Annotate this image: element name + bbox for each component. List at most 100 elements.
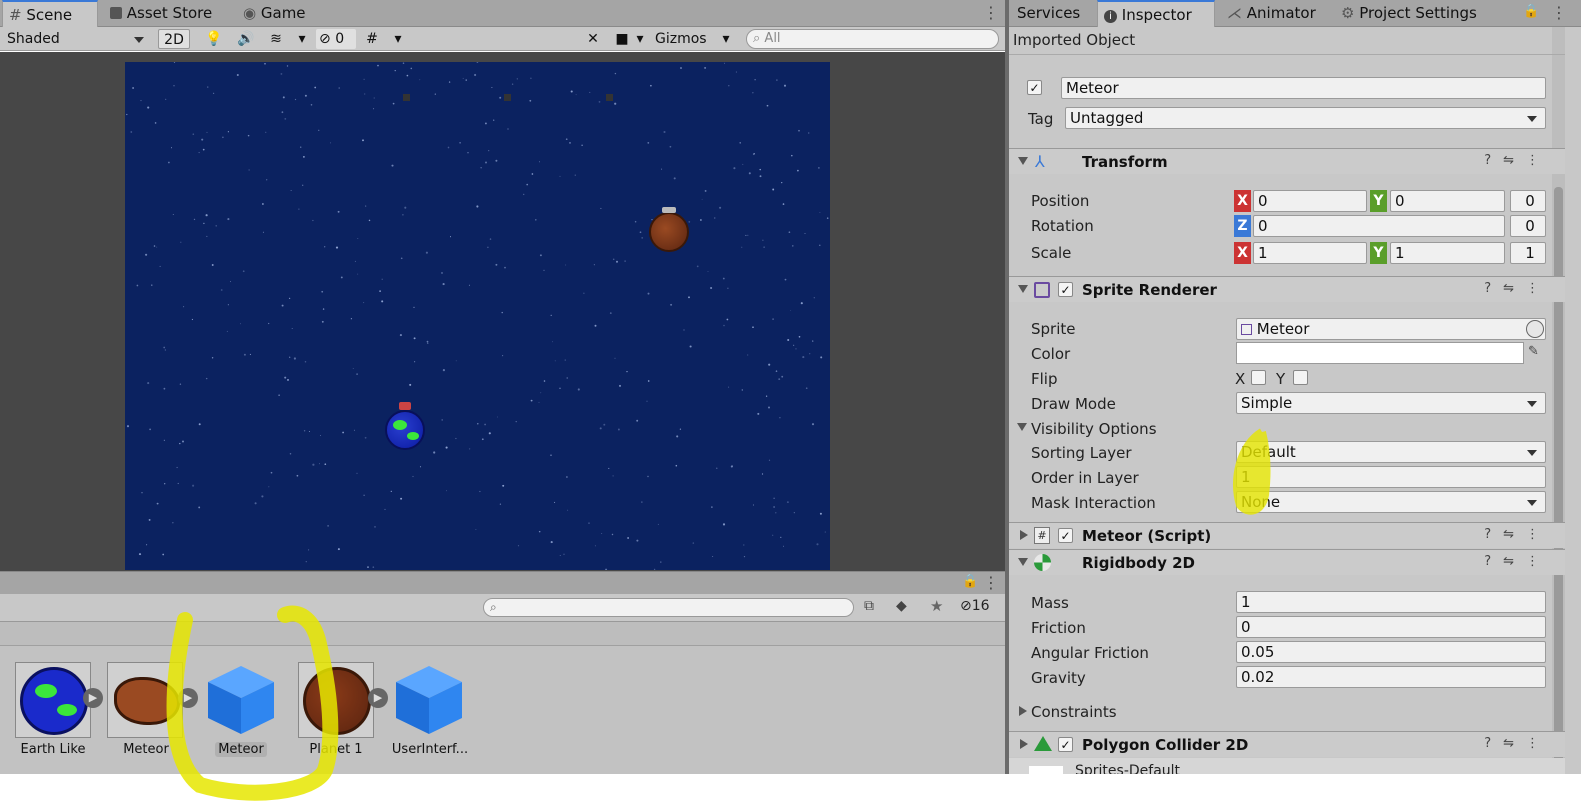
rigidbody-2d-header[interactable]: Rigidbody 2D ?⇋⋮ — [1009, 549, 1565, 575]
position-x-field[interactable]: 0 — [1253, 190, 1367, 212]
scene-viewport[interactable] — [0, 52, 1005, 571]
grid-snap-icon[interactable]: # — [362, 29, 382, 49]
eyedropper-icon[interactable]: ✎ — [1528, 344, 1539, 359]
help-icon[interactable]: ? — [1484, 736, 1503, 751]
visibility-foldout-icon[interactable] — [1017, 423, 1027, 431]
asset-planet-1[interactable] — [298, 662, 374, 738]
effects-icon[interactable]: ≋ — [266, 29, 286, 49]
visibility-options-label[interactable]: Visibility Options — [1031, 420, 1157, 438]
favorite-star-icon[interactable]: ★ — [930, 597, 943, 615]
friction-field[interactable]: 0 — [1236, 616, 1546, 638]
order-in-layer-field[interactable]: 1 — [1236, 466, 1546, 488]
mask-interaction-dropdown[interactable]: None — [1236, 491, 1546, 513]
help-icon[interactable]: ? — [1484, 153, 1503, 168]
foldout-arrow-icon[interactable] — [1018, 285, 1028, 293]
flip-x-checkbox[interactable] — [1251, 370, 1266, 385]
object-name-field[interactable]: Meteor — [1061, 77, 1546, 99]
help-icon[interactable]: ? — [1484, 527, 1503, 542]
tab-animator[interactable]: ⋌ Animator — [1221, 0, 1331, 27]
rotation-z-field[interactable]: 0 — [1253, 215, 1505, 237]
sprite-renderer-header[interactable]: ✓ Sprite Renderer ?⇋⋮ — [1009, 276, 1565, 302]
tab-asset-store[interactable]: Asset Store — [104, 0, 234, 27]
foldout-arrow-icon[interactable] — [1018, 157, 1028, 165]
asset-earth-like[interactable] — [15, 662, 91, 738]
mass-field[interactable]: 1 — [1236, 591, 1546, 613]
transform-header[interactable]: ⅄ Transform ?⇋⋮ — [1009, 148, 1565, 174]
meteor-planet-sprite[interactable] — [649, 212, 689, 252]
component-icons[interactable]: ?⇋⋮ — [1484, 736, 1551, 751]
grid-dropdown-icon[interactable]: ▾ — [392, 29, 404, 49]
camera-icon[interactable]: ■ — [612, 29, 632, 49]
help-icon[interactable]: ? — [1484, 554, 1503, 569]
project-search-field[interactable]: ⌕ — [483, 598, 854, 617]
rotation-w-field[interactable]: 0 — [1510, 215, 1546, 237]
component-icons[interactable]: ?⇋⋮ — [1484, 281, 1551, 296]
scale-z-field[interactable]: 1 — [1510, 242, 1546, 264]
earth-planet-sprite[interactable] — [385, 410, 425, 450]
flip-y-checkbox[interactable] — [1293, 370, 1308, 385]
preset-icon[interactable]: ⇋ — [1503, 281, 1526, 296]
tab-scene[interactable]: # Scene — [2, 0, 98, 27]
sprite-renderer-enabled-checkbox[interactable]: ✓ — [1058, 282, 1073, 297]
asset-user-interface[interactable] — [394, 664, 464, 736]
menu-icon[interactable]: ⋮ — [1526, 736, 1551, 751]
constraints-foldout-icon[interactable] — [1019, 706, 1027, 716]
shading-dropdown[interactable]: Shaded — [4, 29, 152, 49]
asset-meteor-prefab[interactable] — [206, 664, 276, 736]
lighting-icon[interactable]: 💡 — [204, 29, 224, 49]
mode-2d-button[interactable]: 2D — [158, 29, 190, 49]
play-arrow-icon[interactable]: ▶ — [178, 688, 198, 708]
scrollbar-thumb[interactable] — [1554, 187, 1563, 771]
tab-services[interactable]: Services — [1011, 0, 1099, 27]
component-icons[interactable]: ?⇋⋮ — [1484, 554, 1551, 569]
panel-menu-icon[interactable]: ⋮ — [983, 573, 999, 592]
tools-icon[interactable]: ✕ — [584, 29, 602, 49]
lock-icon[interactable]: 🔒 — [1523, 4, 1539, 19]
component-icons[interactable]: ?⇋⋮ — [1484, 527, 1551, 542]
help-icon[interactable]: ? — [1484, 281, 1503, 296]
sorting-layer-dropdown[interactable]: Default — [1236, 441, 1546, 463]
scale-y-field[interactable]: 1 — [1390, 242, 1505, 264]
panel-menu-icon[interactable]: ⋮ — [1551, 3, 1567, 22]
menu-icon[interactable]: ⋮ — [1526, 153, 1551, 168]
active-checkbox[interactable]: ✓ — [1027, 80, 1042, 95]
angular-friction-field[interactable]: 0.05 — [1236, 641, 1546, 663]
lock-icon[interactable]: 🔒 — [962, 574, 978, 589]
preset-icon[interactable]: ⇋ — [1503, 153, 1526, 168]
sprite-object-field[interactable]: Meteor — [1236, 318, 1546, 340]
hidden-packages-toggle[interactable]: ⊘16 — [960, 598, 990, 614]
color-swatch[interactable] — [1236, 342, 1524, 364]
menu-icon[interactable]: ⋮ — [1526, 281, 1551, 296]
menu-icon[interactable]: ⋮ — [1526, 554, 1551, 569]
meteor-script-enabled-checkbox[interactable]: ✓ — [1058, 528, 1073, 543]
foldout-arrow-icon[interactable] — [1020, 739, 1028, 749]
audio-icon[interactable]: 🔊 — [236, 29, 256, 49]
panel-menu-icon[interactable]: ⋮ — [983, 3, 999, 22]
inspector-scrollbar[interactable] — [1552, 27, 1565, 774]
gizmos-dropdown-icon[interactable]: ▾ — [720, 29, 732, 49]
camera-dropdown-icon[interactable]: ▾ — [634, 29, 646, 49]
gravity-field[interactable]: 0.02 — [1236, 666, 1546, 688]
polygon-collider-enabled-checkbox[interactable]: ✓ — [1058, 737, 1073, 752]
tag-dropdown[interactable]: Untagged — [1065, 107, 1546, 129]
scale-x-field[interactable]: 1 — [1253, 242, 1367, 264]
tab-inspector[interactable]: i Inspector — [1097, 0, 1215, 27]
object-picker-icon[interactable] — [1526, 320, 1544, 338]
position-z-field[interactable]: 0 — [1510, 190, 1546, 212]
preset-icon[interactable]: ⇋ — [1503, 736, 1526, 751]
foldout-arrow-icon[interactable] — [1020, 530, 1028, 540]
draw-mode-dropdown[interactable]: Simple — [1236, 392, 1546, 414]
constraints-label[interactable]: Constraints — [1031, 703, 1117, 721]
preset-icon[interactable]: ⇋ — [1503, 527, 1526, 542]
gizmos-button[interactable]: Gizmos — [655, 29, 711, 49]
asset-meteor-sprite[interactable] — [107, 662, 183, 738]
polygon-collider-header[interactable]: ✓ Polygon Collider 2D ?⇋⋮ — [1009, 731, 1565, 757]
scene-search-field[interactable]: ⌕ All — [746, 29, 999, 49]
menu-icon[interactable]: ⋮ — [1526, 527, 1551, 542]
position-y-field[interactable]: 0 — [1390, 190, 1505, 212]
play-arrow-icon[interactable]: ▶ — [83, 688, 103, 708]
meteor-script-header[interactable]: # ✓ Meteor (Script) ?⇋⋮ — [1009, 522, 1565, 548]
play-arrow-icon[interactable]: ▶ — [368, 688, 388, 708]
hidden-objects-toggle[interactable]: ⊘ 0 — [316, 29, 356, 49]
filter-by-type-icon[interactable]: ⧉ — [864, 598, 874, 614]
